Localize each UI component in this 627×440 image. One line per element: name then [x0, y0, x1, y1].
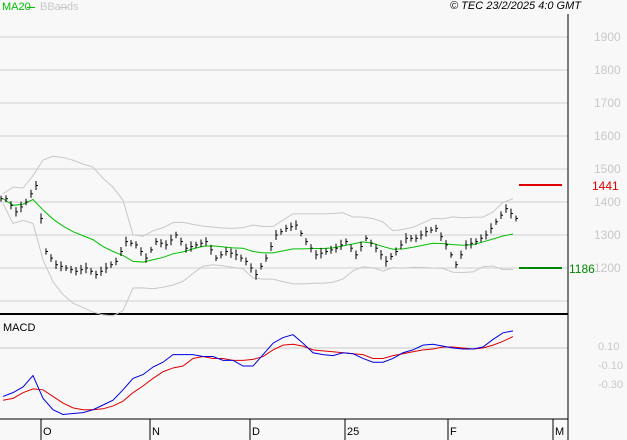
x-tick-label: O — [43, 426, 52, 438]
x-tick-label: D — [252, 426, 260, 438]
support-label: 1186 — [569, 262, 595, 276]
x-tick-label: 25 — [347, 426, 360, 438]
y-tick-label: 1200 — [594, 261, 621, 275]
macd-title: MACD — [3, 322, 36, 334]
bband-lower — [2, 203, 514, 317]
y-tick-label: 1800 — [594, 63, 621, 77]
macd-tick-label: -0.30 — [598, 379, 624, 391]
chart-canvas — [0, 14, 569, 440]
macd-tick-label: -0.10 — [598, 360, 624, 372]
y-tick-label: 1700 — [594, 96, 621, 110]
legend-ma20-swatch — [27, 7, 35, 8]
y-tick-label: 1600 — [594, 129, 621, 143]
y-tick-label: 1400 — [594, 195, 621, 209]
y-tick-label: 1500 — [594, 162, 621, 176]
macd-tick-label: 0.10 — [598, 341, 620, 353]
x-tick-label: F — [450, 426, 457, 438]
x-tick-label: N — [152, 426, 160, 438]
x-tick-label: M — [555, 426, 565, 438]
macd-line — [2, 330, 514, 416]
y-tick-label: 1900 — [594, 30, 621, 44]
copyright: © TEC 23/2/2025 4:0 GMT — [450, 0, 581, 12]
y-tick-label: 1300 — [594, 228, 621, 242]
legend-bbands-swatch — [60, 7, 68, 8]
bband-upper — [2, 155, 514, 237]
resistance-label: 1441 — [592, 179, 619, 193]
chart-container: MA20 BBands © TEC 23/2/2025 4:0 GMT MACD… — [0, 0, 627, 440]
